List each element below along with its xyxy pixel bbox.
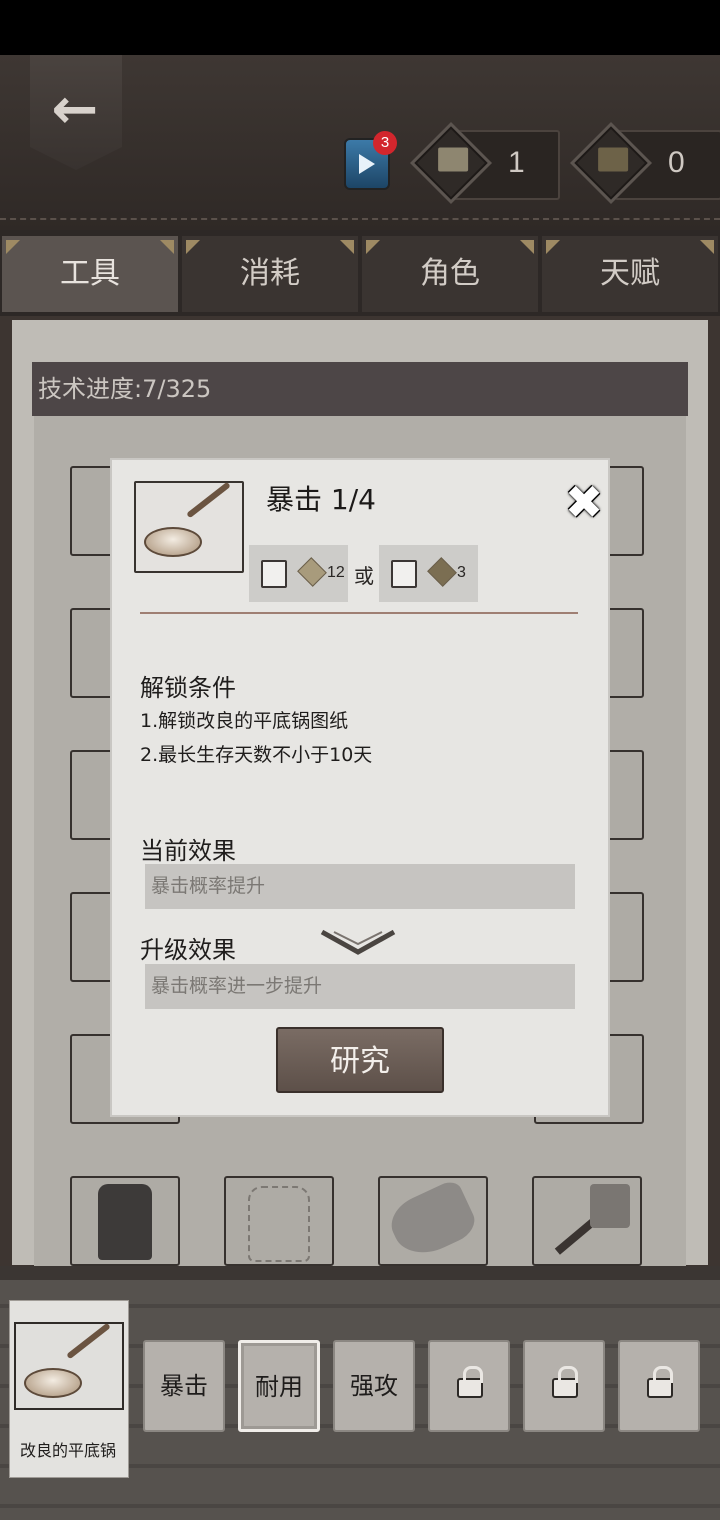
back-arrow-icon[interactable]: ←: [40, 80, 110, 140]
shirt-outline-icon: [248, 1186, 310, 1262]
upgrade-effect-title: 升级效果: [140, 936, 236, 964]
skill-locked-button[interactable]: [523, 1340, 605, 1432]
tab-tools-label: 工具: [60, 256, 120, 291]
lock-icon: [552, 1366, 578, 1398]
cost-option-1-checkbox[interactable]: [261, 560, 287, 588]
lock-icon: [457, 1366, 483, 1398]
research-button[interactable]: 研究: [276, 1027, 444, 1093]
selected-item-frame: [14, 1322, 124, 1410]
tech-slot-axe[interactable]: [532, 1176, 642, 1266]
tab-consumables[interactable]: 消耗: [182, 236, 358, 312]
advanced-blueprint-icon: [427, 557, 457, 587]
resource-2-value: 0: [668, 146, 685, 179]
chevron-down-icon[interactable]: [320, 928, 396, 958]
tab-consumables-label: 消耗: [240, 256, 300, 291]
tech-slot-stone[interactable]: [378, 1176, 488, 1266]
notification-badge: 3: [373, 131, 397, 155]
tech-progress: 技术进度:7/325: [32, 362, 688, 416]
tech-slot-vest[interactable]: [70, 1176, 180, 1266]
current-effect-box: 暴击概率提升: [145, 864, 575, 909]
tab-character-label: 角色: [420, 256, 480, 291]
cost-option-2-checkbox[interactable]: [391, 560, 417, 588]
cost-option-2-amount: 3: [457, 564, 466, 581]
skill-locked-button[interactable]: [428, 1340, 510, 1432]
unlock-conditions-title: 解锁条件: [140, 674, 236, 702]
status-bar: [0, 0, 720, 55]
close-icon[interactable]: ✖: [562, 478, 606, 526]
header-stitch: [0, 218, 720, 222]
skill-durability-button[interactable]: 耐用: [238, 1340, 320, 1432]
or-label: 或: [354, 564, 374, 588]
tab-character[interactable]: 角色: [362, 236, 538, 312]
current-effect-title: 当前效果: [140, 837, 236, 865]
cost-option-1[interactable]: 12: [249, 545, 348, 602]
skill-crit-button[interactable]: 暴击: [143, 1340, 225, 1432]
unlock-condition: 2.最长生存天数不小于10天: [140, 744, 373, 766]
popup-title: 暴击 1/4: [266, 483, 376, 516]
tab-talent-label: 天赋: [600, 256, 660, 291]
item-frame: [134, 481, 244, 573]
selected-item-label: 改良的平底锅: [19, 1441, 116, 1460]
blueprint-icon: [297, 557, 327, 587]
frying-pan-icon: [144, 527, 202, 557]
skill-power-attack-button[interactable]: 强攻: [333, 1340, 415, 1432]
cost-option-1-amount: 12: [327, 564, 345, 581]
tech-slot-shirt[interactable]: [224, 1176, 334, 1266]
vest-icon: [98, 1184, 152, 1260]
play-icon: [359, 154, 375, 174]
frying-pan-icon: [24, 1368, 82, 1398]
upgrade-effect-box: 暴击概率进一步提升: [145, 964, 575, 1009]
tab-tools[interactable]: 工具: [2, 236, 178, 312]
skill-locked-button[interactable]: [618, 1340, 700, 1432]
resource-1-value: 1: [508, 146, 525, 179]
bottom-edge: [0, 1266, 720, 1280]
unlock-condition: 1.解锁改良的平底锅图纸: [140, 710, 349, 732]
tab-talent[interactable]: 天赋: [542, 236, 718, 312]
lock-icon: [647, 1366, 673, 1398]
stone-icon: [383, 1177, 481, 1265]
divider: [140, 612, 578, 614]
cost-option-2[interactable]: 3: [379, 545, 478, 602]
